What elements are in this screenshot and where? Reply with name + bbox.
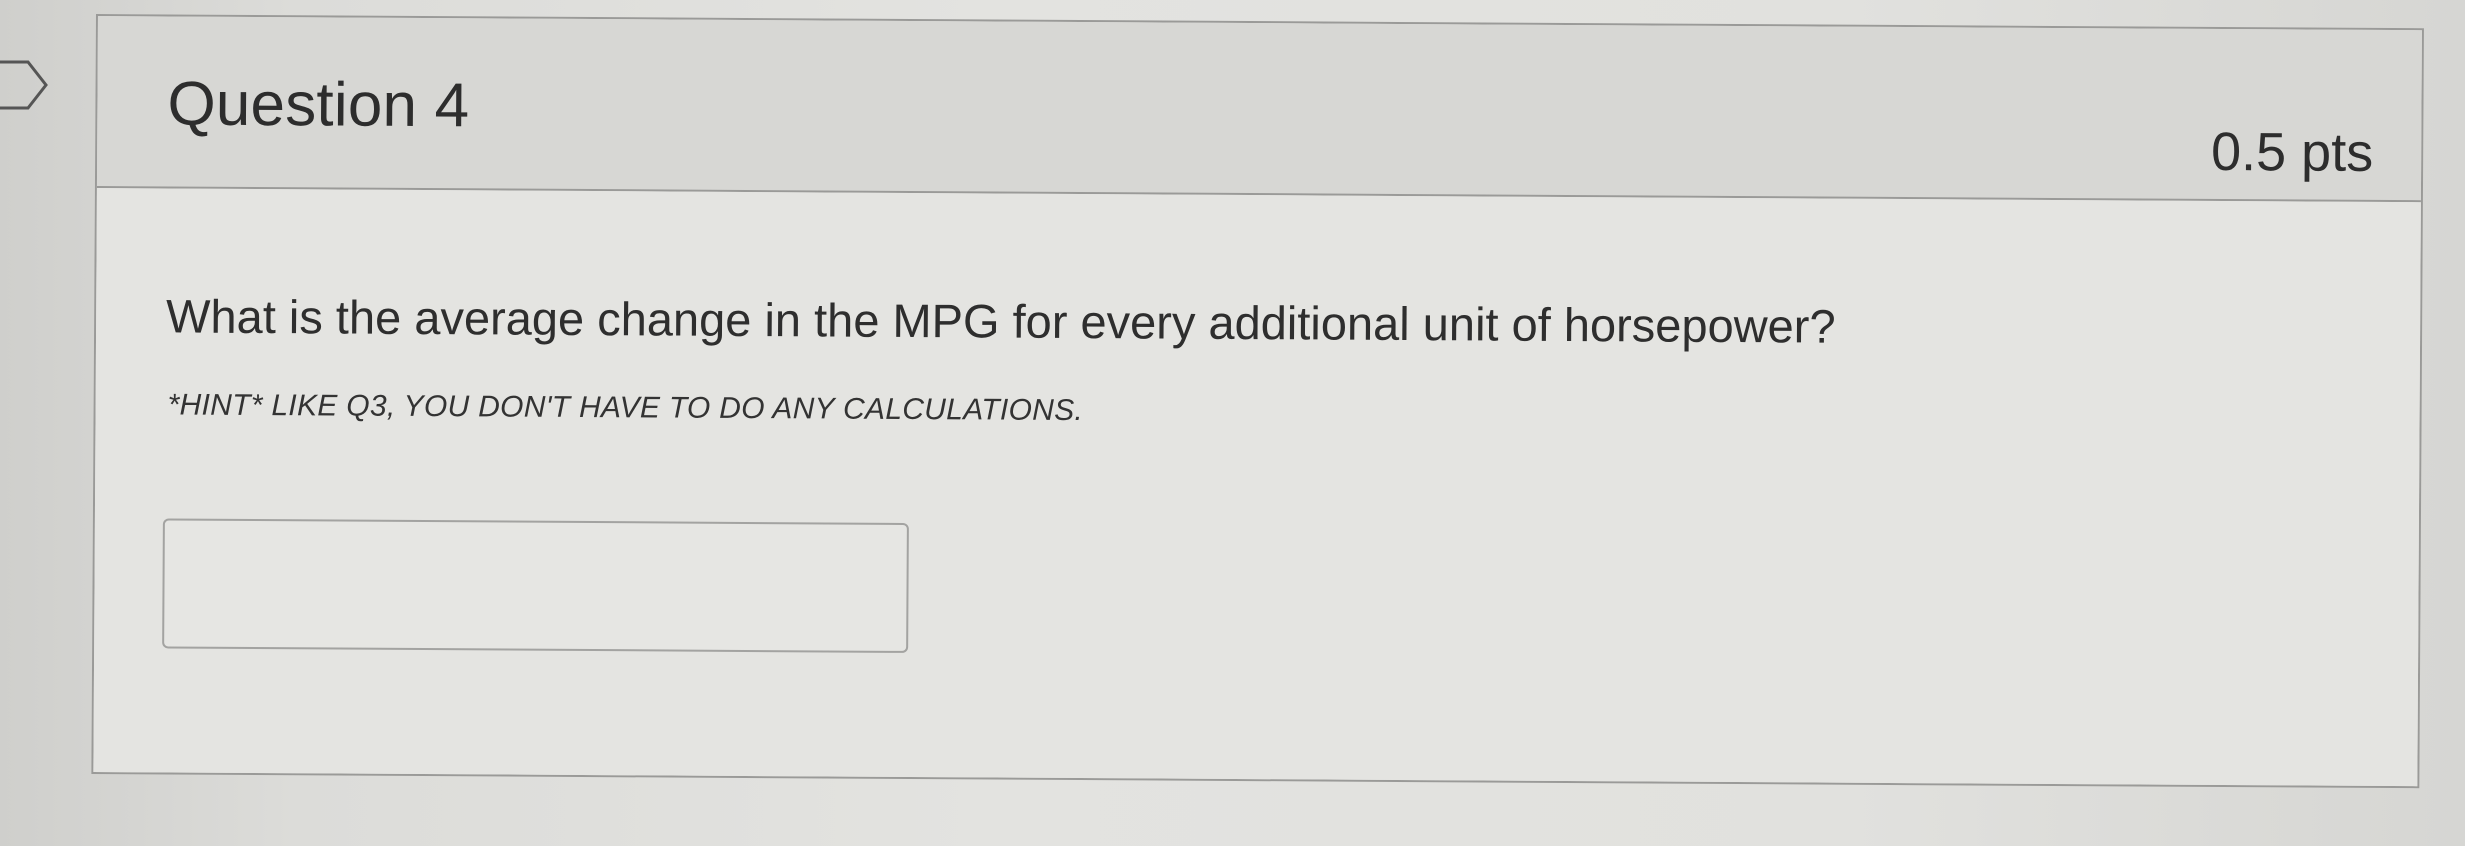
quiz-page: Question 4 0.5 pts What is the average c… [0, 0, 2465, 846]
question-text: What is the average change in the MPG fo… [165, 289, 1836, 353]
hint-text: *HINT* LIKE Q3, YOU DON'T HAVE TO DO ANY… [167, 388, 1084, 428]
question-header: Question 4 0.5 pts [96, 16, 2422, 203]
bookmark-flag-icon[interactable] [0, 58, 52, 112]
question-card: Question 4 0.5 pts What is the average c… [91, 14, 2424, 789]
answer-input[interactable] [162, 518, 909, 653]
question-body: What is the average change in the MPG fo… [93, 188, 2421, 787]
question-points: 0.5 pts [2210, 121, 2374, 183]
question-title: Question 4 [167, 69, 470, 141]
